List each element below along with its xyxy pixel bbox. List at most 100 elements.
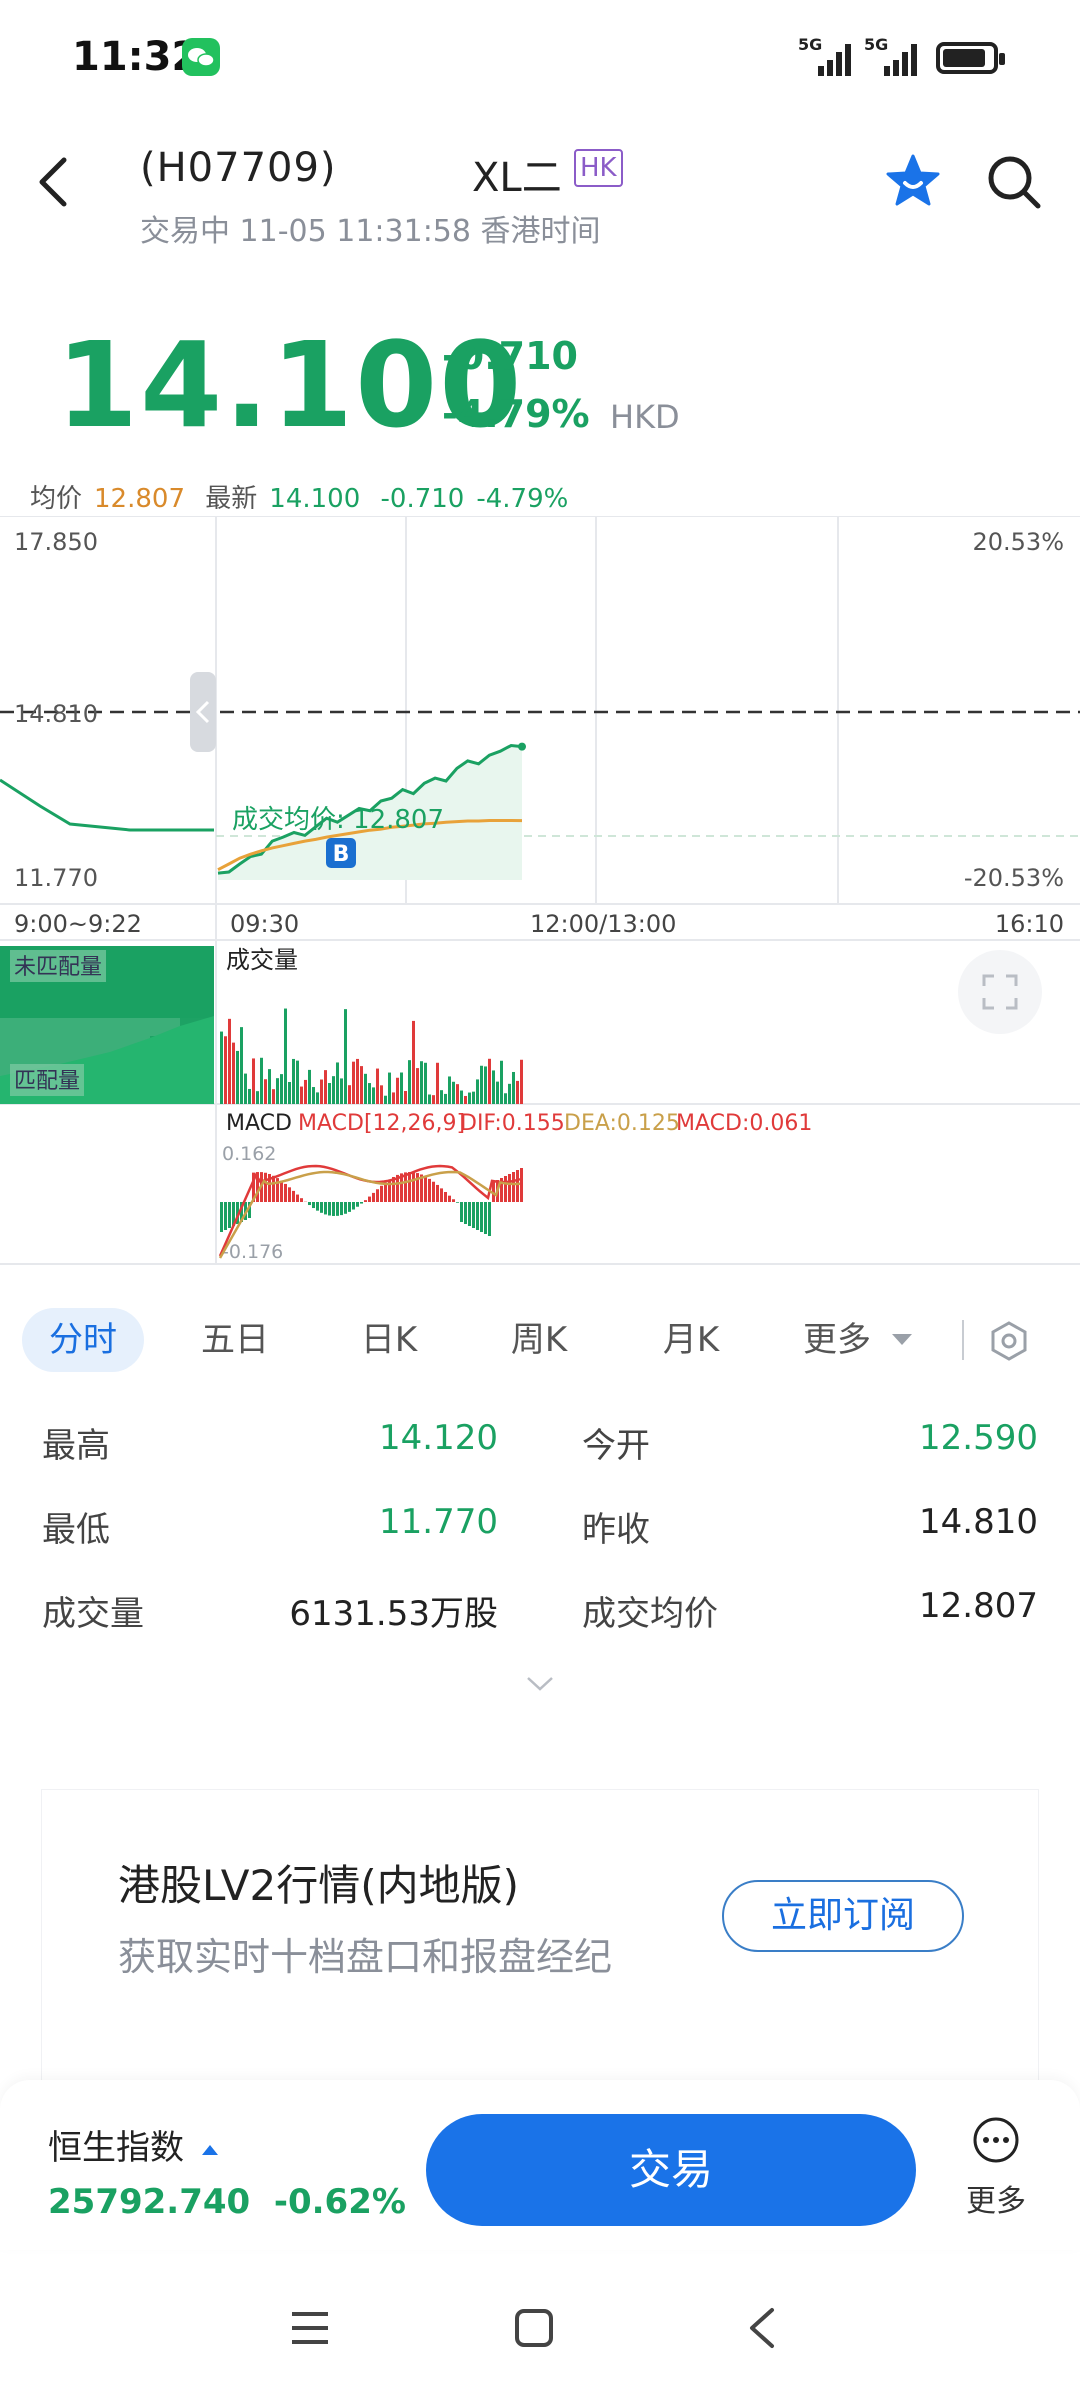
search-button[interactable] bbox=[984, 152, 1044, 212]
macd-bar bbox=[460, 1202, 463, 1222]
macd-bar bbox=[380, 1185, 383, 1202]
macd-bar bbox=[472, 1202, 475, 1228]
volume-bar bbox=[496, 1081, 499, 1104]
volume-bar bbox=[384, 1095, 387, 1104]
volume-bar bbox=[268, 1069, 271, 1104]
caret-down-icon bbox=[892, 1334, 912, 1345]
volume-bar bbox=[480, 1065, 483, 1104]
macd-bar bbox=[464, 1202, 467, 1224]
macd-bar bbox=[332, 1202, 335, 1216]
index-name[interactable]: 恒生指数 bbox=[48, 2120, 219, 2169]
volume-bar bbox=[408, 1060, 411, 1104]
tab-weekly-k[interactable]: 周K bbox=[478, 1308, 600, 1372]
intraday-chart[interactable]: 17.850 14.810 11.770 20.53% -20.53% 成交均价… bbox=[0, 516, 1080, 1272]
macd-bar bbox=[456, 1202, 459, 1203]
macd-bar bbox=[308, 1202, 311, 1206]
index-change: -0.62% bbox=[273, 2182, 406, 2222]
volume-bar bbox=[320, 1079, 323, 1104]
time-label-lunch: 12:00/13:00 bbox=[530, 910, 676, 938]
volume-bar bbox=[260, 1057, 263, 1104]
more-dots-icon bbox=[973, 2117, 1019, 2163]
home-icon[interactable] bbox=[514, 2308, 554, 2348]
volume-bar bbox=[424, 1062, 427, 1104]
macd-top: 0.162 bbox=[222, 1143, 276, 1165]
back-nav-icon[interactable] bbox=[746, 2306, 776, 2350]
stat-open-label: 今开 bbox=[582, 1426, 650, 1466]
settings-hex-icon[interactable] bbox=[988, 1320, 1030, 1362]
volume-bar bbox=[376, 1068, 379, 1104]
volume-bar bbox=[432, 1095, 435, 1104]
volume-bar bbox=[504, 1093, 507, 1104]
macd-bar bbox=[320, 1202, 323, 1213]
macd-bar bbox=[476, 1202, 479, 1230]
tab-more[interactable]: 更多 bbox=[792, 1308, 882, 1372]
stat-open-value: 12.590 bbox=[919, 1418, 1038, 1458]
macd-bar bbox=[428, 1178, 431, 1202]
subscribe-button[interactable]: 立即订阅 bbox=[722, 1880, 964, 1952]
volume-bar bbox=[420, 1061, 423, 1104]
macd-bar bbox=[336, 1202, 339, 1216]
back-button[interactable] bbox=[30, 150, 80, 210]
market-badge: HK bbox=[574, 149, 623, 187]
volume-bar bbox=[448, 1076, 451, 1104]
volume-bar bbox=[488, 1058, 491, 1104]
volume-bar bbox=[232, 1042, 235, 1104]
volume-bar bbox=[324, 1070, 327, 1104]
macd-bar bbox=[372, 1192, 375, 1202]
volume-bar bbox=[460, 1090, 463, 1104]
unmatched-volume-label: 未匹配量 bbox=[14, 955, 102, 980]
signal-label-2: 5G bbox=[864, 35, 888, 54]
macd-bar bbox=[316, 1202, 319, 1211]
tab-monthly-k[interactable]: 月K bbox=[630, 1308, 752, 1372]
macd-bar bbox=[324, 1202, 327, 1215]
volume-bar bbox=[348, 1085, 351, 1104]
macd-bar bbox=[444, 1191, 447, 1202]
signal-label-1: 5G bbox=[798, 35, 822, 54]
fullscreen-button[interactable] bbox=[958, 950, 1042, 1034]
favorite-star-button[interactable] bbox=[884, 152, 942, 210]
volume-bar bbox=[276, 1078, 279, 1104]
axis-pct-bottom: -20.53% bbox=[964, 864, 1064, 892]
volume-bar bbox=[392, 1092, 395, 1104]
volume-bar bbox=[388, 1072, 391, 1104]
volume-bar bbox=[344, 1009, 347, 1104]
volume-bar bbox=[444, 1093, 447, 1104]
macd-dif: DIF:0.155 bbox=[460, 1111, 565, 1136]
macd-bar bbox=[512, 1172, 515, 1202]
stock-name: XL二 bbox=[472, 155, 562, 201]
promo-title: 港股LV2行情(内地版) bbox=[118, 1861, 520, 1910]
volume-label: 成交量 bbox=[226, 946, 298, 974]
signal-icon-2: 5G bbox=[862, 34, 922, 80]
trade-button[interactable]: 交易 bbox=[426, 2114, 916, 2226]
macd-bar bbox=[328, 1202, 331, 1216]
volume-bar bbox=[380, 1085, 383, 1104]
time-label-close: 16:10 bbox=[995, 910, 1064, 938]
macd-bar bbox=[356, 1202, 359, 1207]
promo-subtitle: 获取实时十档盘口和报盘经纪 bbox=[118, 1935, 613, 1979]
more-button[interactable]: 更多 bbox=[960, 2116, 1032, 2226]
caret-up-icon bbox=[201, 2144, 218, 2155]
volume-bar bbox=[236, 1050, 239, 1104]
volume-bar bbox=[456, 1084, 459, 1104]
volume-bar bbox=[244, 1073, 247, 1104]
tab-intraday[interactable]: 分时 bbox=[22, 1308, 144, 1372]
volume-bar bbox=[520, 1059, 523, 1104]
system-nav-bar bbox=[0, 2270, 1080, 2400]
volume-bar bbox=[476, 1079, 479, 1104]
macd-bar bbox=[300, 1198, 303, 1202]
volume-bar bbox=[264, 1079, 267, 1104]
status-time: 11:32 bbox=[72, 34, 200, 80]
volume-bar bbox=[428, 1094, 431, 1104]
tab-daily-k[interactable]: 日K bbox=[328, 1308, 450, 1372]
macd-bar bbox=[272, 1175, 275, 1202]
volume-bar bbox=[284, 1008, 287, 1104]
volume-bar bbox=[292, 1058, 295, 1104]
volume-bar bbox=[328, 1083, 331, 1104]
tab-five-day[interactable]: 五日 bbox=[174, 1308, 296, 1372]
price-change: -0.710 bbox=[442, 334, 578, 378]
volume-bar bbox=[336, 1062, 339, 1104]
buy-marker-label: B bbox=[333, 842, 350, 867]
expand-stats-chevron-icon[interactable] bbox=[526, 1676, 554, 1692]
macd-bar bbox=[344, 1202, 347, 1214]
menu-icon[interactable] bbox=[290, 2310, 330, 2346]
